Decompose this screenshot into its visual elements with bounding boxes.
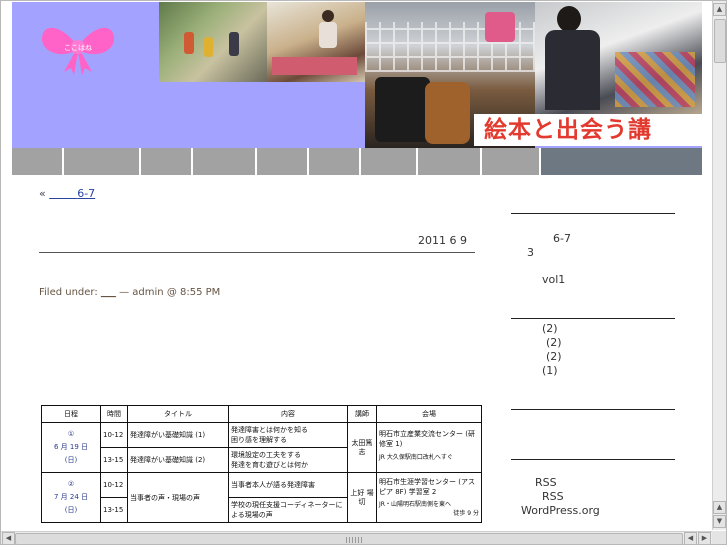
col-date: 日程 — [41, 405, 101, 423]
nav-tab-7[interactable] — [361, 148, 418, 175]
nav-tab-4[interactable] — [193, 148, 257, 175]
content-cell: 当事者本人が語る発達障害 — [228, 472, 348, 498]
session-day: (日) — [64, 456, 78, 464]
venue-note: JR 大久保駅南口改札へすぐ — [379, 454, 453, 461]
teacher-cell: 太田篤志 — [347, 422, 377, 473]
venue-note-distance: 徒歩 9 分 — [453, 510, 479, 517]
scroll-up-arrow-icon[interactable]: ▲ — [713, 501, 726, 514]
sidebar-divider — [511, 318, 675, 319]
category-count[interactable]: (2) — [546, 350, 562, 363]
sidebar-divider — [511, 409, 675, 410]
scroll-left-arrow-icon[interactable]: ◀ — [2, 532, 15, 544]
venue-cell: 明石市立産業交流センター (研修室 1) JR 大久保駅南口改札へすぐ — [376, 422, 482, 473]
col-content: 内容 — [228, 405, 348, 423]
session-number: ② — [67, 480, 75, 488]
logo-text: ここはね — [64, 44, 92, 52]
category-link[interactable]: ___ — [101, 287, 116, 298]
photo-shopper — [535, 2, 702, 114]
previous-arrow: « — [39, 187, 46, 200]
nav-tab-8[interactable] — [418, 148, 482, 175]
post-author-time: — admin @ 8:55 PM — [119, 287, 221, 298]
content-cell: 学校の現任支援コーディネーターによる現場の声 — [228, 497, 348, 523]
previous-post-link[interactable]: « 6-7 — [39, 187, 95, 200]
content-cell: 環境設定の工夫をする 発達を育む遊びとは何か — [228, 447, 348, 473]
nav-tab-6[interactable] — [309, 148, 361, 175]
nav-tab-1[interactable] — [12, 148, 64, 175]
photo-workshop — [267, 2, 365, 82]
time-cell: 13-15 — [100, 447, 128, 473]
nav-tab-3[interactable] — [141, 148, 193, 175]
previous-post-title[interactable]: 6-7 — [49, 187, 95, 200]
col-teacher: 講師 — [347, 405, 377, 423]
venue-note: JR・山陽明石駅南側を東へ — [379, 501, 451, 508]
session-date: 7 月 24 日 — [53, 493, 89, 501]
vertical-scroll-thumb[interactable] — [714, 19, 726, 63]
ribbon-logo[interactable]: ここはね — [38, 20, 118, 75]
category-count[interactable]: (1) — [542, 364, 558, 377]
site-header: ここはね 絵本と出会う講 — [12, 2, 702, 148]
sidebar-link[interactable]: 6-7 — [553, 232, 571, 245]
post-date: 2011 6 9 — [418, 234, 467, 247]
sidebar-link[interactable]: vol1 — [542, 273, 565, 286]
teacher-cell: 上好 場 切 — [347, 472, 377, 523]
session-number: ① — [67, 430, 75, 438]
category-count[interactable]: (2) — [542, 322, 558, 335]
scroll-right-arrow-icon[interactable]: ▶ — [698, 532, 711, 544]
table-header-row: 日程 時間 タイトル 内容 講師 会場 — [41, 405, 482, 423]
title-cell: 発達障がい基礎知識 (1) — [127, 422, 229, 448]
session-day: (日) — [64, 506, 78, 514]
nav-tab-2[interactable] — [64, 148, 141, 175]
previous-post-label: 6-7 — [77, 187, 96, 200]
category-count[interactable]: (2) — [546, 336, 562, 349]
col-venue: 会場 — [376, 405, 482, 423]
col-time: 時間 — [100, 405, 128, 423]
scroll-down-arrow-icon[interactable]: ▼ — [713, 515, 726, 528]
session-date: 6 月 19 日 — [53, 443, 89, 451]
banner-title: 絵本と出会う講 — [474, 114, 702, 146]
date-cell: ② 7 月 24 日 (日) — [41, 472, 101, 523]
post-date-bar: 2011 6 9 — [39, 232, 475, 253]
schedule-table: 日程 時間 タイトル 内容 講師 会場 ① 6 月 19 日 (日) 10-12… — [41, 405, 482, 523]
main-nav — [12, 148, 702, 175]
content-cell: 発達障害とは何かを知る 困り感を理解する — [228, 422, 348, 448]
rss-link[interactable]: RSS — [535, 476, 557, 489]
venue-cell: 明石市生涯学習センター (アスピア 8F) 学習室 2 JR・山陽明石駅南側を東… — [376, 472, 482, 523]
scrollbar-corner — [712, 531, 726, 544]
col-title: タイトル — [127, 405, 229, 423]
wordpress-link[interactable]: WordPress.org — [521, 504, 600, 517]
venue-name: 明石市立産業交流センター (研修室 1) — [379, 430, 475, 448]
table-row: ① 6 月 19 日 (日) 10-12 発達障がい基礎知識 (1) 発達障害と… — [41, 422, 482, 473]
horizontal-scrollbar[interactable]: ◀ ◀ ▶ — [1, 531, 712, 544]
time-cell: 10-12 — [100, 422, 128, 448]
venue-name: 明石市生涯学習センター (アスピア 8F) 学習室 2 — [379, 478, 475, 496]
sidebar-divider — [511, 459, 675, 460]
scroll-grip-icon — [346, 537, 364, 543]
sidebar-divider — [511, 213, 675, 214]
title-cell: 発達障がい基礎知識 (2) — [127, 447, 229, 473]
scroll-left-arrow-icon[interactable]: ◀ — [684, 532, 697, 544]
photo-kids-outdoor — [159, 2, 267, 82]
sidebar-text: 3 — [527, 246, 534, 259]
horizontal-scroll-thumb[interactable] — [15, 533, 683, 544]
date-cell: ① 6 月 19 日 (日) — [41, 422, 101, 473]
time-cell: 13-15 — [100, 497, 128, 523]
comments-rss-link[interactable]: RSS — [542, 490, 564, 503]
nav-tab-9[interactable] — [482, 148, 541, 175]
vertical-scrollbar[interactable]: ▲ ▲ ▼ — [712, 1, 726, 530]
scroll-up-arrow-icon[interactable]: ▲ — [713, 3, 726, 16]
time-cell: 10-12 — [100, 472, 128, 498]
table-row: ② 7 月 24 日 (日) 10-12 当事者の声・現場の声 当事者本人が語る… — [41, 472, 482, 523]
nav-tab-5[interactable] — [257, 148, 309, 175]
filed-under-label: Filed under: — [39, 287, 98, 298]
title-cell: 当事者の声・現場の声 — [127, 472, 229, 523]
post-meta: Filed under: ___ — admin @ 8:55 PM — [39, 287, 220, 298]
banner-title-text: 絵本と出会う講 — [484, 117, 652, 143]
browser-viewport: ここはね 絵本と出会う講 « 6-7 2011 6 9 Filed under:… — [0, 0, 727, 545]
